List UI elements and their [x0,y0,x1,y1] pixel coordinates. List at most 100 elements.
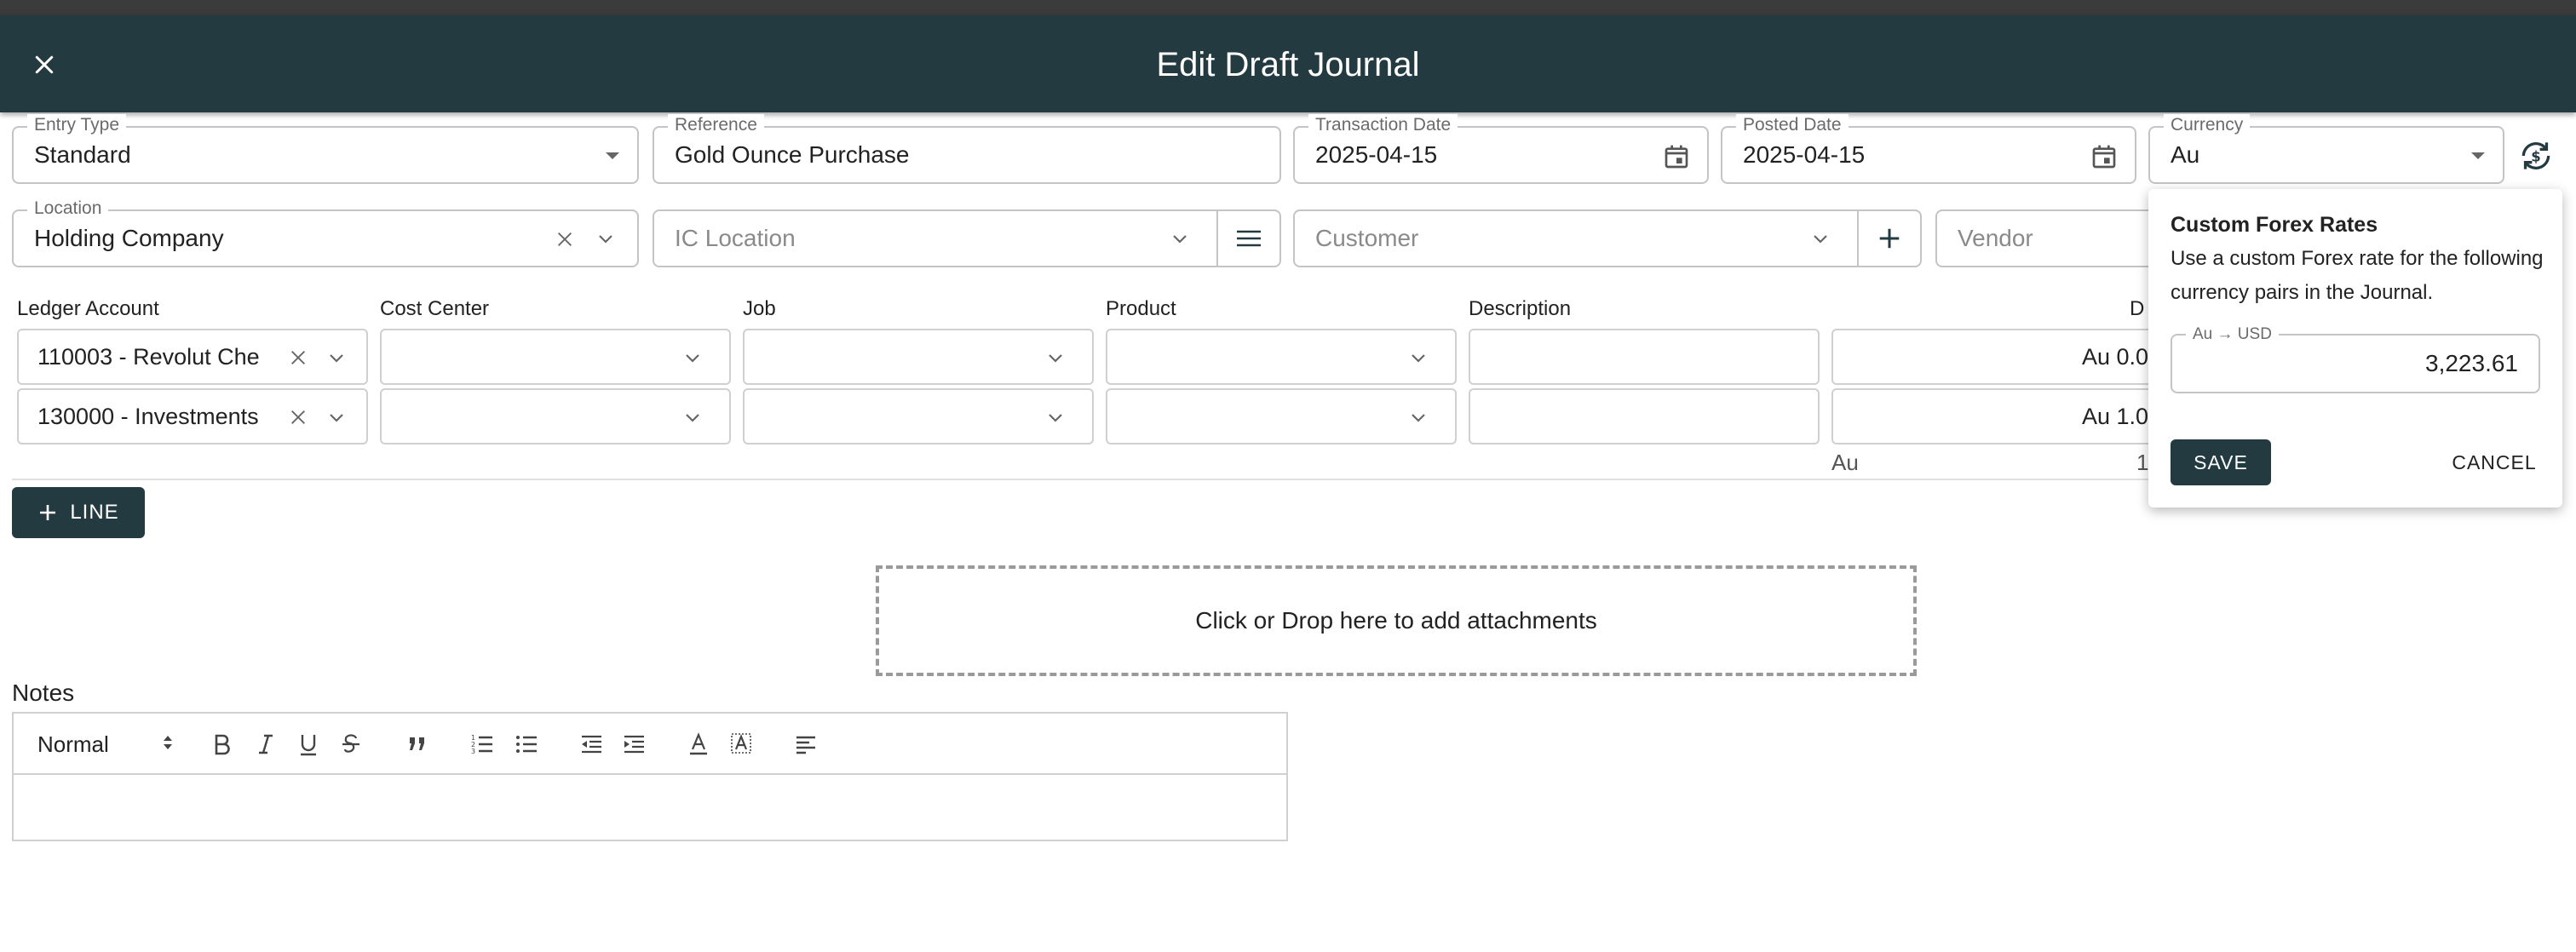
plus-icon [37,502,58,523]
currency-select[interactable]: Currency Au [2148,114,2504,184]
entry-type-value: Standard [34,141,131,168]
column-header-job: Job [743,297,776,320]
strikethrough-icon[interactable] [336,731,366,758]
align-left-icon[interactable] [791,731,821,758]
chevron-down-icon[interactable] [325,347,348,370]
divider [1857,211,1859,266]
divider [1216,211,1218,266]
updown-icon [162,733,174,756]
outdent-icon[interactable] [576,731,607,758]
table-divider [12,479,2150,480]
column-header-description: Description [1469,297,1572,320]
add-line-label: LINE [70,501,119,524]
vendor-select[interactable]: Vendor [1935,209,2157,267]
chevron-down-icon[interactable] [1407,347,1429,370]
top-strip [0,0,2576,15]
chevron-down-icon[interactable] [681,407,704,429]
total-currency: Au [1831,450,1859,475]
chevron-down-icon[interactable] [325,407,348,429]
background-color-icon[interactable] [726,731,756,758]
debit-input[interactable]: Au 1.0 [1831,388,2148,444]
ic-location-select[interactable]: IC Location [653,209,1281,267]
job-select[interactable] [743,388,1094,444]
chevron-down-icon[interactable] [681,347,704,370]
calendar-icon[interactable] [2089,141,2119,172]
app-bar: Edit Draft Journal [0,15,2576,112]
posted-date-value: 2025-04-15 [1743,141,1866,168]
bold-icon[interactable] [206,731,237,758]
chevron-down-icon[interactable] [1809,228,1831,250]
indent-icon[interactable] [618,731,649,758]
column-header-product: Product [1106,297,1176,320]
add-line-button[interactable]: LINE [12,487,145,538]
chevron-down-icon[interactable] [595,228,617,250]
cost-center-select[interactable] [380,388,731,444]
debit-value: Au 0.0 [2081,343,2148,370]
caret-down-icon [601,145,624,167]
bullet-list-icon[interactable] [511,731,542,758]
cancel-button[interactable]: CANCEL [2443,439,2545,485]
column-header-ledger-account: Ledger Account [17,297,159,320]
entry-type-select[interactable]: Entry Type Standard [12,114,639,184]
transaction-date-field[interactable]: Transaction Date 2025-04-15 [1293,114,1709,184]
save-button[interactable]: SAVE [2171,439,2271,485]
chevron-down-icon[interactable] [1407,407,1429,429]
format-value: Normal [37,731,109,757]
clear-icon[interactable] [552,227,578,252]
vendor-placeholder: Vendor [1958,225,2033,251]
underline-icon[interactable] [293,731,324,758]
editor-toolbar: Normal 123 [14,714,1286,775]
forex-title: Custom Forex Rates [2171,213,2378,237]
forex-description: Use a custom Forex rate for the followin… [2171,247,2544,304]
reference-field[interactable]: Reference Gold Ounce Purchase [653,114,1281,184]
reference-value: Gold Ounce Purchase [675,141,910,168]
debit-input[interactable]: Au 0.0 [1831,329,2148,385]
product-select[interactable] [1106,329,1457,385]
svg-text:$: $ [2531,148,2540,164]
text-color-icon[interactable] [683,731,714,758]
total-value: 1 [2136,450,2149,475]
ledger-account-value: 110003 - Revolut Che [37,343,260,370]
customer-placeholder: Customer [1315,225,1419,251]
chevron-down-icon[interactable] [1169,228,1191,250]
calendar-icon[interactable] [1661,141,1692,172]
debit-value: Au 1.0 [2081,403,2148,429]
caret-down-icon [2467,145,2489,167]
description-input[interactable] [1469,329,1820,385]
forex-rate-input[interactable]: Au → USD 3,223.61 [2171,324,2540,393]
currency-value: Au [2171,141,2200,168]
forex-pair-label: Au → USD [2186,324,2279,346]
column-header-debit: D [2130,297,2145,320]
job-select[interactable] [743,329,1094,385]
cost-center-select[interactable] [380,329,731,385]
location-value: Holding Company [34,225,224,251]
clear-icon[interactable] [286,405,310,429]
page-title: Edit Draft Journal [1156,46,1420,83]
product-select[interactable] [1106,388,1457,444]
attachment-dropzone-label: Click or Drop here to add attachments [1195,607,1597,634]
format-select[interactable]: Normal [37,731,174,758]
add-icon[interactable] [1872,223,1906,254]
attachment-dropzone[interactable]: Click or Drop here to add attachments [876,565,1917,676]
location-select[interactable]: Location Holding Company [12,198,639,267]
notes-text-area[interactable] [14,775,1286,840]
chevron-down-icon[interactable] [1044,347,1067,370]
ledger-account-select[interactable]: 130000 - Investments [17,388,368,444]
posted-date-field[interactable]: Posted Date 2025-04-15 [1721,114,2136,184]
ledger-account-select[interactable]: 110003 - Revolut Che [17,329,368,385]
currency-exchange-icon[interactable]: $ [2515,135,2557,177]
ic-location-placeholder: IC Location [675,225,796,251]
chevron-down-icon[interactable] [1044,407,1067,429]
ledger-account-value: 130000 - Investments [37,403,259,429]
clear-icon[interactable] [286,346,310,370]
column-header-cost-center: Cost Center [380,297,490,320]
custom-forex-popover: Custom Forex Rates Use a custom Forex ra… [2148,189,2562,508]
menu-icon[interactable] [1232,223,1266,254]
ordered-list-icon[interactable]: 123 [467,731,497,758]
description-input[interactable] [1469,388,1820,444]
blockquote-icon[interactable] [402,731,433,758]
italic-icon[interactable] [250,731,281,758]
forex-rate-value: 3,223.61 [2425,350,2518,376]
customer-select[interactable]: Customer [1293,209,1922,267]
notes-label: Notes [12,680,75,706]
